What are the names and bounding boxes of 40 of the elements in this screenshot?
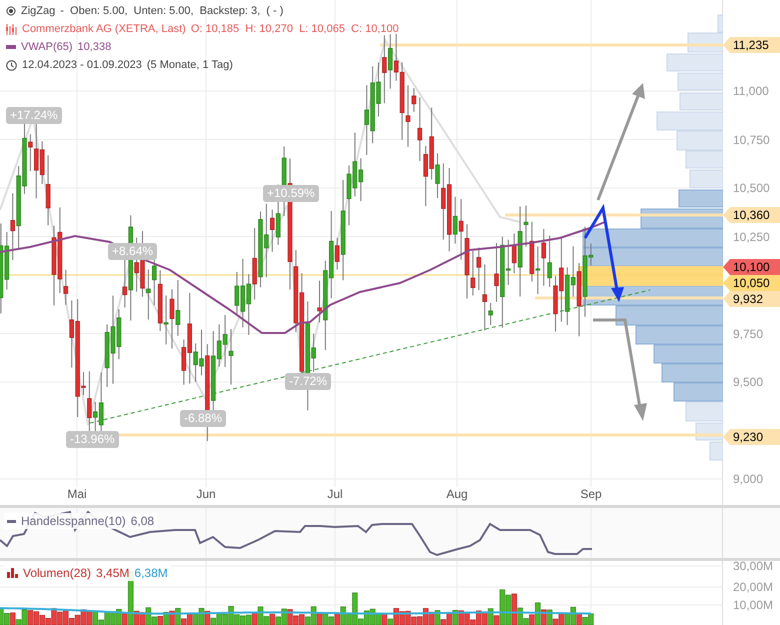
zigzag-label: +17.24% [6,107,62,124]
zigzag-label: +10.59% [263,185,319,202]
price-tag: 10,100 [723,259,780,275]
legend-text: 6,08 [130,513,154,529]
legend-text: Commerzbank AG (XETRA, Last) [22,22,186,37]
price-tag: 11,235 [723,37,780,53]
legend-text: VWAP(65) [21,40,73,55]
axis-label: 9,500 [733,375,764,389]
axis-label: Jun [196,487,216,501]
legend-text: Volumen(28) [23,565,92,581]
price-tag: 10,360 [723,207,780,223]
axis-label: 10,750 [733,132,770,146]
axis-label: 9,750 [733,326,764,340]
zigzag-label: -7.72% [285,373,332,390]
legend-text: ZigZag [21,4,56,19]
axis-label: 9,000 [733,472,764,486]
axis-label: Mai [67,487,87,501]
axis-label: Jul [327,487,343,501]
price-tag: 9,230 [723,429,780,445]
legend-text: 10,338 [78,40,112,55]
axis-label: 10,500 [733,181,770,195]
legend-text: (5 Monate, 1 Tag) [146,58,233,73]
legend-text: O: 10,185 H: 10,270 L: 10,065 C: 10,100 [190,22,399,37]
zigzag-label: -13.96% [66,431,119,448]
legend-text: 6,38M [134,565,168,581]
legend-text: - Oben: 5.00, Unten: 5.00, Backstep: 3, ( - ) [60,4,284,19]
legend-text: 3,45M [96,565,130,581]
axis-label: 10,00M [733,598,774,612]
axis-label: 20,00M [733,580,774,594]
axis-label: 30,00M [733,559,774,573]
axis-label: Aug [446,487,468,501]
axis-label: Sep [580,487,602,501]
legend-text: Handelsspanne(10) [21,513,126,529]
axis-label: 10,250 [733,230,770,244]
axis-label: 11,000 [733,84,769,98]
price-tag: 9,932 [723,291,780,307]
zigzag-label: +8.64% [108,243,158,260]
price-tag: 10,050 [723,275,780,291]
legend-text: 12.04.2023 - 01.09.2023 [22,58,142,73]
zigzag-label: -6.88% [180,410,226,427]
